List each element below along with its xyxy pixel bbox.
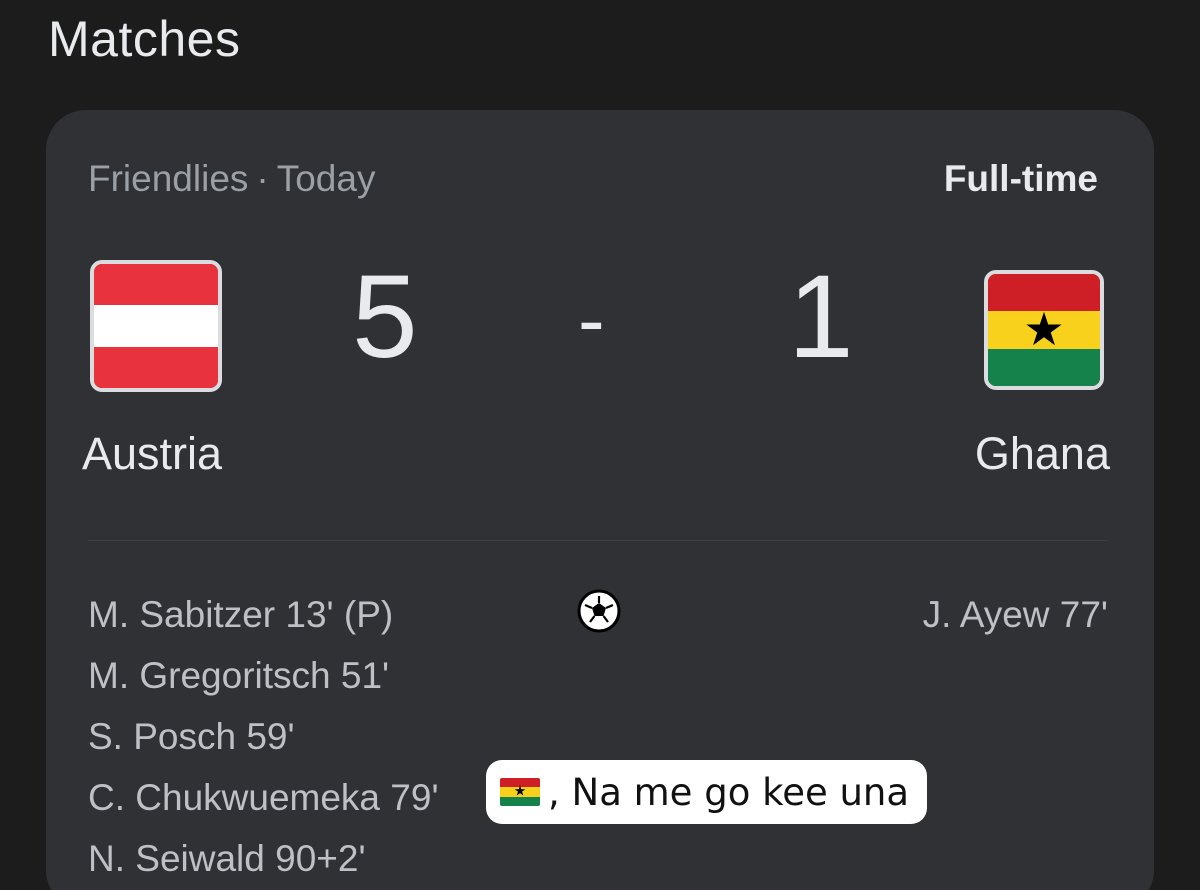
away-scorer: J. Ayew 77' bbox=[922, 594, 1108, 635]
flag-stripe: ★ bbox=[988, 306, 1100, 352]
soccer-ball-icon bbox=[577, 589, 621, 633]
home-scorers-list: M. Sabitzer 13' (P) M. Gregoritsch 51' S… bbox=[88, 584, 439, 889]
flag-stripe bbox=[94, 305, 218, 347]
black-star-icon: ★ bbox=[513, 783, 527, 800]
score-separator: - bbox=[578, 275, 605, 364]
home-scorer: M. Sabitzer 13' (P) bbox=[88, 594, 394, 635]
flag-stripe bbox=[94, 346, 218, 388]
ghana-flag-icon: ★ bbox=[984, 270, 1104, 390]
match-day-label: Today bbox=[276, 158, 376, 199]
divider bbox=[88, 540, 1108, 541]
meta-separator: · bbox=[256, 158, 269, 199]
ghana-flag-emoji-icon: ★ bbox=[500, 778, 540, 806]
home-scorer: N. Seiwald 90+2' bbox=[88, 838, 366, 879]
home-scorer: S. Posch 59' bbox=[88, 716, 295, 757]
black-star-icon: ★ bbox=[1023, 303, 1065, 356]
home-score: 5 bbox=[352, 251, 418, 383]
match-status: Full-time bbox=[943, 158, 1098, 199]
page-title: Matches bbox=[48, 11, 241, 67]
home-team-name[interactable]: Austria bbox=[82, 428, 222, 480]
comment-text: , Na me go kee una bbox=[548, 770, 910, 814]
match-meta: Friendlies · Today bbox=[88, 158, 375, 200]
home-scorer: C. Chukwuemeka 79' bbox=[88, 777, 439, 818]
away-team-name[interactable]: Ghana bbox=[975, 428, 1110, 480]
away-score: 1 bbox=[788, 251, 854, 383]
home-scorer: M. Gregoritsch 51' bbox=[88, 655, 390, 696]
austria-flag-icon bbox=[90, 260, 222, 392]
comment-overlay: ★ , Na me go kee una bbox=[486, 760, 928, 824]
matches-page: Matches Friendlies · Today Full-time 5 - 1… bbox=[0, 0, 1200, 890]
away-scorers-list: J. Ayew 77' bbox=[923, 584, 1108, 645]
competition-label: Friendlies bbox=[88, 158, 249, 199]
flag-stripe bbox=[988, 348, 1100, 386]
flag-stripe bbox=[94, 264, 218, 306]
